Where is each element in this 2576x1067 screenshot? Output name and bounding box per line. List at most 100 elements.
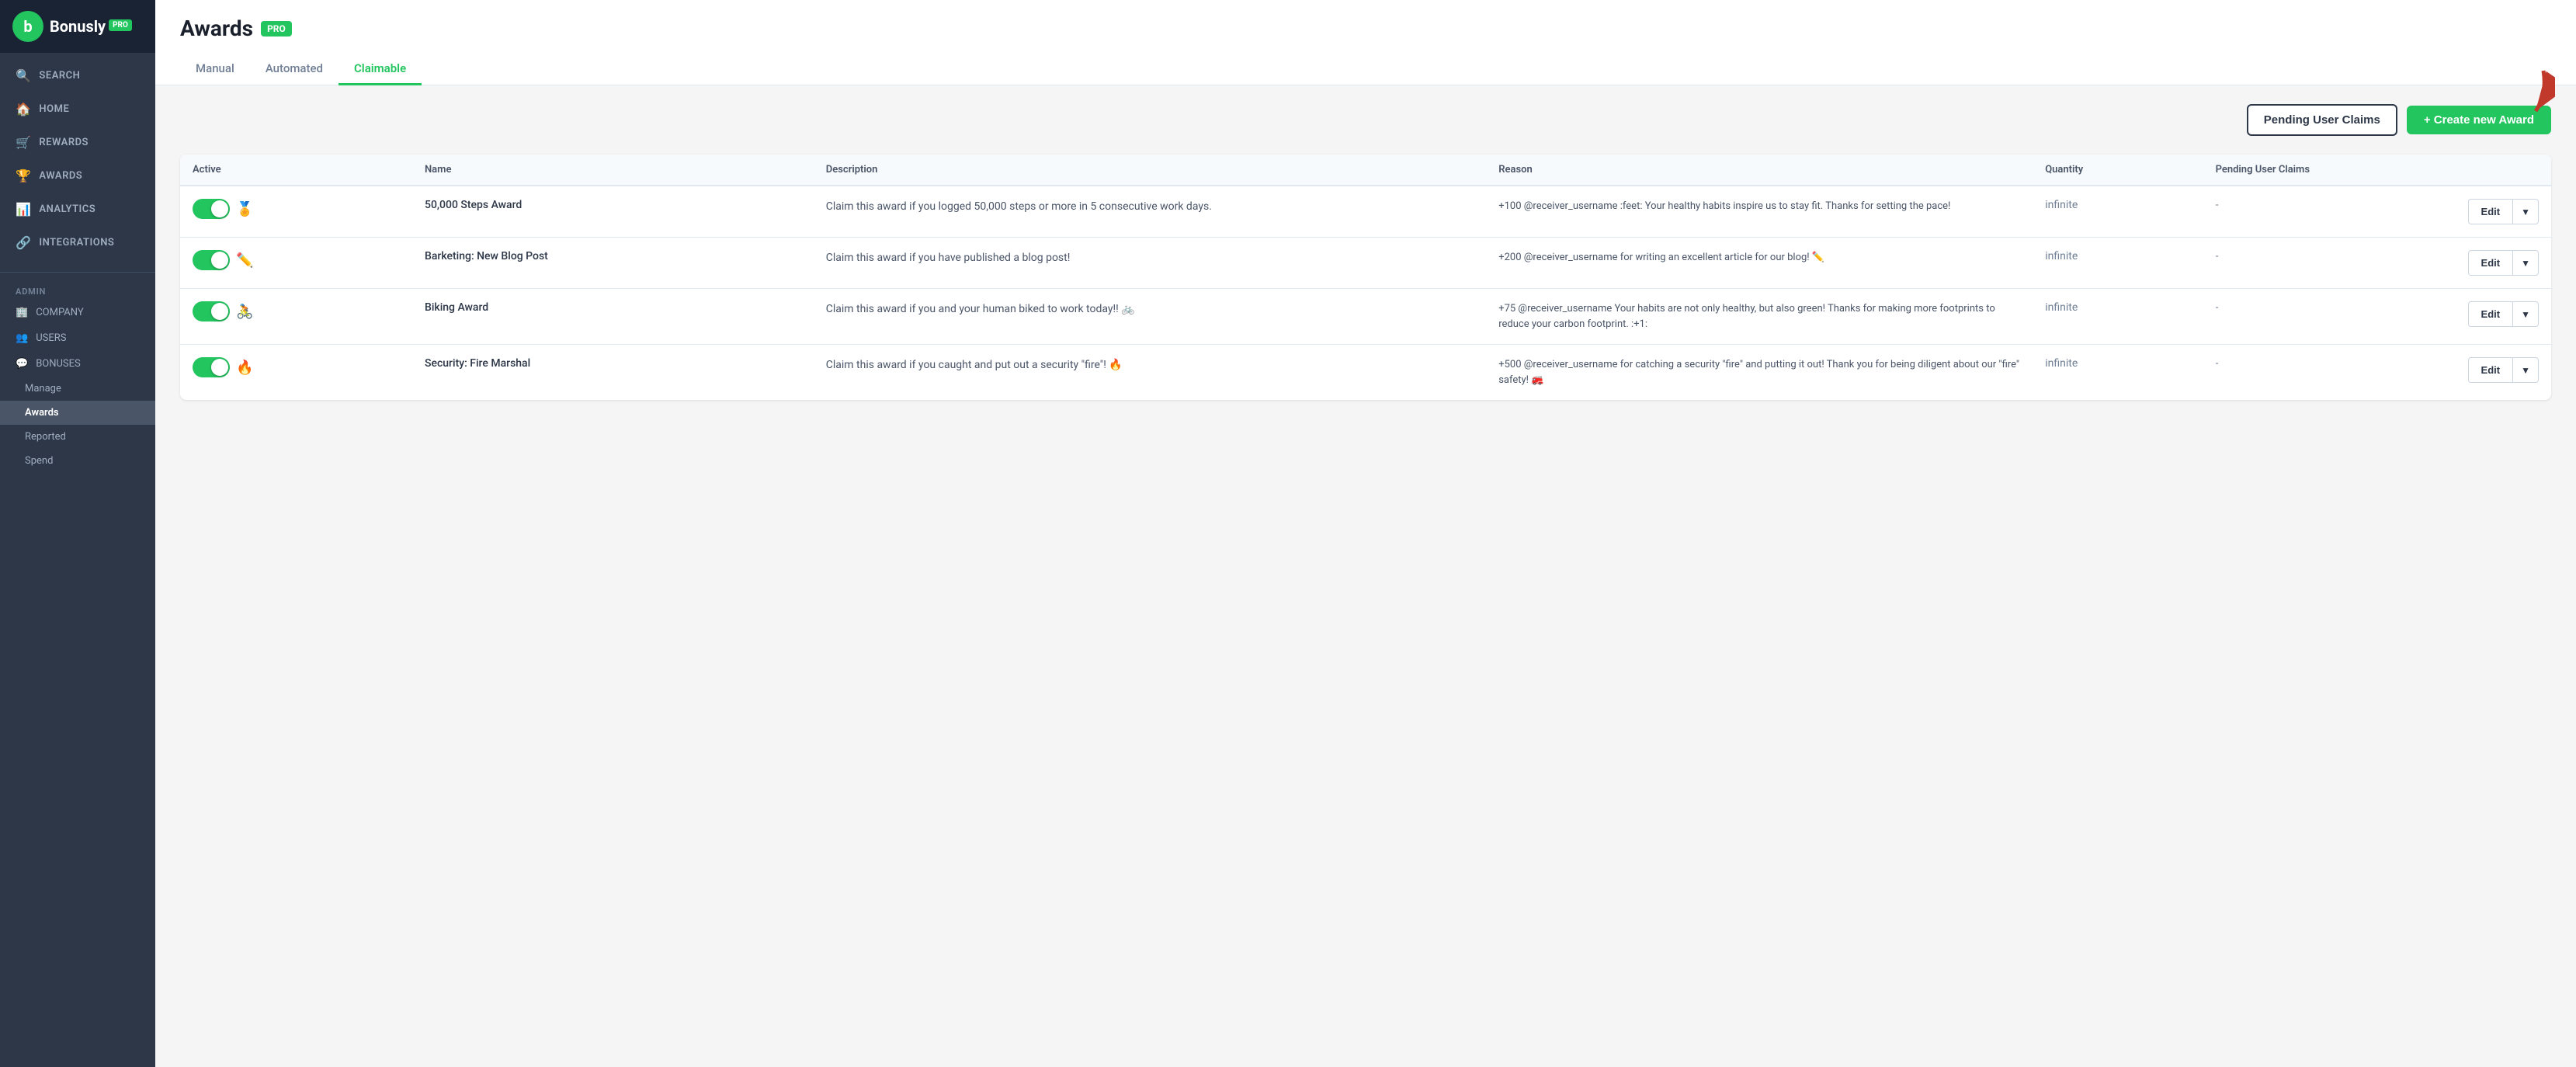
pending-claims-cell: - xyxy=(2203,345,2456,401)
edit-dropdown-button[interactable]: ▼ xyxy=(2512,301,2539,327)
tabs-row: Manual Automated Claimable xyxy=(180,54,2551,85)
edit-button[interactable]: Edit xyxy=(2468,250,2513,276)
page-title-row: Awards PRO xyxy=(180,16,2551,41)
pending-claims-cell: - xyxy=(2203,289,2456,345)
edit-button[interactable]: Edit xyxy=(2468,199,2513,224)
sidebar-item-bonuses[interactable]: 💬 BONUSES xyxy=(0,351,155,377)
page-title: Awards xyxy=(180,16,253,41)
sidebar-item-company[interactable]: 🏢 COMPANY xyxy=(0,300,155,325)
sidebar-item-users[interactable]: 👥 USERS xyxy=(0,325,155,351)
rewards-icon: 🛒 xyxy=(16,135,31,150)
sidebar: b BonuslyPRO 🔍 SEARCH 🏠 HOME 🛒 REWARDS 🏆… xyxy=(0,0,155,1067)
edit-dropdown-button[interactable]: ▼ xyxy=(2512,357,2539,383)
active-cell: 🔥 xyxy=(180,345,412,401)
edit-dropdown-button[interactable]: ▼ xyxy=(2512,250,2539,276)
edit-btn-group: Edit ▼ xyxy=(2468,250,2539,276)
actions-cell: Edit ▼ xyxy=(2456,186,2551,238)
desc-cell: Claim this award if you and your human b… xyxy=(814,289,1486,345)
edit-btn-group: Edit ▼ xyxy=(2468,301,2539,327)
nav-item-awards[interactable]: 🏆 AWARDS xyxy=(0,159,155,193)
table-header: Active Name Description Reason Quantity … xyxy=(180,155,2551,186)
analytics-icon: 📊 xyxy=(16,202,31,217)
awards-icon: 🏆 xyxy=(16,169,31,183)
reason-cell: +500 @receiver_username for catching a s… xyxy=(1486,345,2033,401)
actions-cell: Edit ▼ xyxy=(2456,238,2551,289)
edit-button[interactable]: Edit xyxy=(2468,357,2513,383)
nav-item-home[interactable]: 🏠 HOME xyxy=(0,92,155,126)
sidebar-item-reported[interactable]: Reported xyxy=(0,425,155,449)
desc-cell: Claim this award if you logged 50,000 st… xyxy=(814,186,1486,238)
award-row-icon: 🚴 xyxy=(236,304,253,320)
company-icon: 🏢 xyxy=(16,307,28,318)
name-cell: Barketing: New Blog Post xyxy=(412,238,814,289)
col-header-quantity: Quantity xyxy=(2033,155,2203,186)
actions-cell: Edit ▼ xyxy=(2456,345,2551,401)
nav-item-analytics[interactable]: 📊 ANALYTICS xyxy=(0,193,155,226)
nav-item-integrations[interactable]: 🔗 INTEGRATIONS xyxy=(0,226,155,259)
col-header-name: Name xyxy=(412,155,814,186)
nav-item-search[interactable]: 🔍 SEARCH xyxy=(0,59,155,92)
table-row: 🏅 50,000 Steps Award Claim this award if… xyxy=(180,186,2551,238)
content-area: Pending User Claims + Create new Award xyxy=(155,85,2576,1067)
reason-cell: +100 @receiver_username :feet: Your heal… xyxy=(1486,186,2033,238)
quantity-cell: infinite xyxy=(2033,289,2203,345)
actions-cell: Edit ▼ xyxy=(2456,289,2551,345)
name-cell: Biking Award xyxy=(412,289,814,345)
create-award-container: + Create new Award xyxy=(2407,106,2551,134)
tab-automated[interactable]: Automated xyxy=(250,54,338,85)
quantity-cell: infinite xyxy=(2033,186,2203,238)
pending-claims-cell: - xyxy=(2203,186,2456,238)
active-toggle[interactable] xyxy=(193,199,230,219)
active-toggle[interactable] xyxy=(193,301,230,321)
name-cell: Security: Fire Marshal xyxy=(412,345,814,401)
award-row-icon: 🏅 xyxy=(236,201,253,217)
awards-table: Active Name Description Reason Quantity … xyxy=(180,155,2551,400)
bonuses-icon: 💬 xyxy=(16,358,28,370)
awards-table-container: Active Name Description Reason Quantity … xyxy=(180,155,2551,400)
col-header-pending-claims: Pending User Claims xyxy=(2203,155,2456,186)
header-pro-badge: PRO xyxy=(261,21,292,36)
desc-cell: Claim this award if you have published a… xyxy=(814,238,1486,289)
integrations-icon: 🔗 xyxy=(16,235,31,250)
users-icon: 👥 xyxy=(16,332,28,344)
desc-cell: Claim this award if you caught and put o… xyxy=(814,345,1486,401)
active-cell: 🚴 xyxy=(180,289,412,345)
sidebar-item-spend[interactable]: Spend xyxy=(0,449,155,473)
col-header-description: Description xyxy=(814,155,1486,186)
edit-btn-group: Edit ▼ xyxy=(2468,357,2539,383)
reason-cell: +75 @receiver_username Your habits are n… xyxy=(1486,289,2033,345)
award-row-icon: ✏️ xyxy=(236,252,253,269)
search-icon: 🔍 xyxy=(16,68,31,83)
table-row: 🔥 Security: Fire Marshal Claim this awar… xyxy=(180,345,2551,401)
admin-section-label: ADMIN xyxy=(0,279,155,300)
col-header-active: Active xyxy=(180,155,412,186)
tab-manual[interactable]: Manual xyxy=(180,54,250,85)
logo-area: b BonuslyPRO xyxy=(0,0,155,53)
table-body: 🏅 50,000 Steps Award Claim this award if… xyxy=(180,186,2551,400)
edit-button[interactable]: Edit xyxy=(2468,301,2513,327)
tab-claimable[interactable]: Claimable xyxy=(338,54,422,85)
create-award-button[interactable]: + Create new Award xyxy=(2407,106,2551,134)
quantity-cell: infinite xyxy=(2033,345,2203,401)
col-header-actions xyxy=(2456,155,2551,186)
edit-btn-group: Edit ▼ xyxy=(2468,199,2539,224)
pending-claims-cell: - xyxy=(2203,238,2456,289)
award-row-icon: 🔥 xyxy=(236,360,253,376)
main-content: Awards PRO Manual Automated Claimable Pe… xyxy=(155,0,2576,1067)
home-icon: 🏠 xyxy=(16,102,31,116)
active-cell: ✏️ xyxy=(180,238,412,289)
edit-dropdown-button[interactable]: ▼ xyxy=(2512,199,2539,224)
sidebar-manage-label: Manage xyxy=(0,377,155,401)
page-header: Awards PRO Manual Automated Claimable xyxy=(155,0,2576,85)
pending-claims-button[interactable]: Pending User Claims xyxy=(2247,104,2397,136)
active-toggle[interactable] xyxy=(193,250,230,270)
actions-row: Pending User Claims + Create new Award xyxy=(180,104,2551,136)
table-row: ✏️ Barketing: New Blog Post Claim this a… xyxy=(180,238,2551,289)
logo-text: BonuslyPRO xyxy=(50,17,132,36)
active-toggle[interactable] xyxy=(193,357,230,377)
quantity-cell: infinite xyxy=(2033,238,2203,289)
active-cell: 🏅 xyxy=(180,186,412,238)
name-cell: 50,000 Steps Award xyxy=(412,186,814,238)
nav-item-rewards[interactable]: 🛒 REWARDS xyxy=(0,126,155,159)
sidebar-item-awards-sub[interactable]: Awards xyxy=(0,401,155,425)
